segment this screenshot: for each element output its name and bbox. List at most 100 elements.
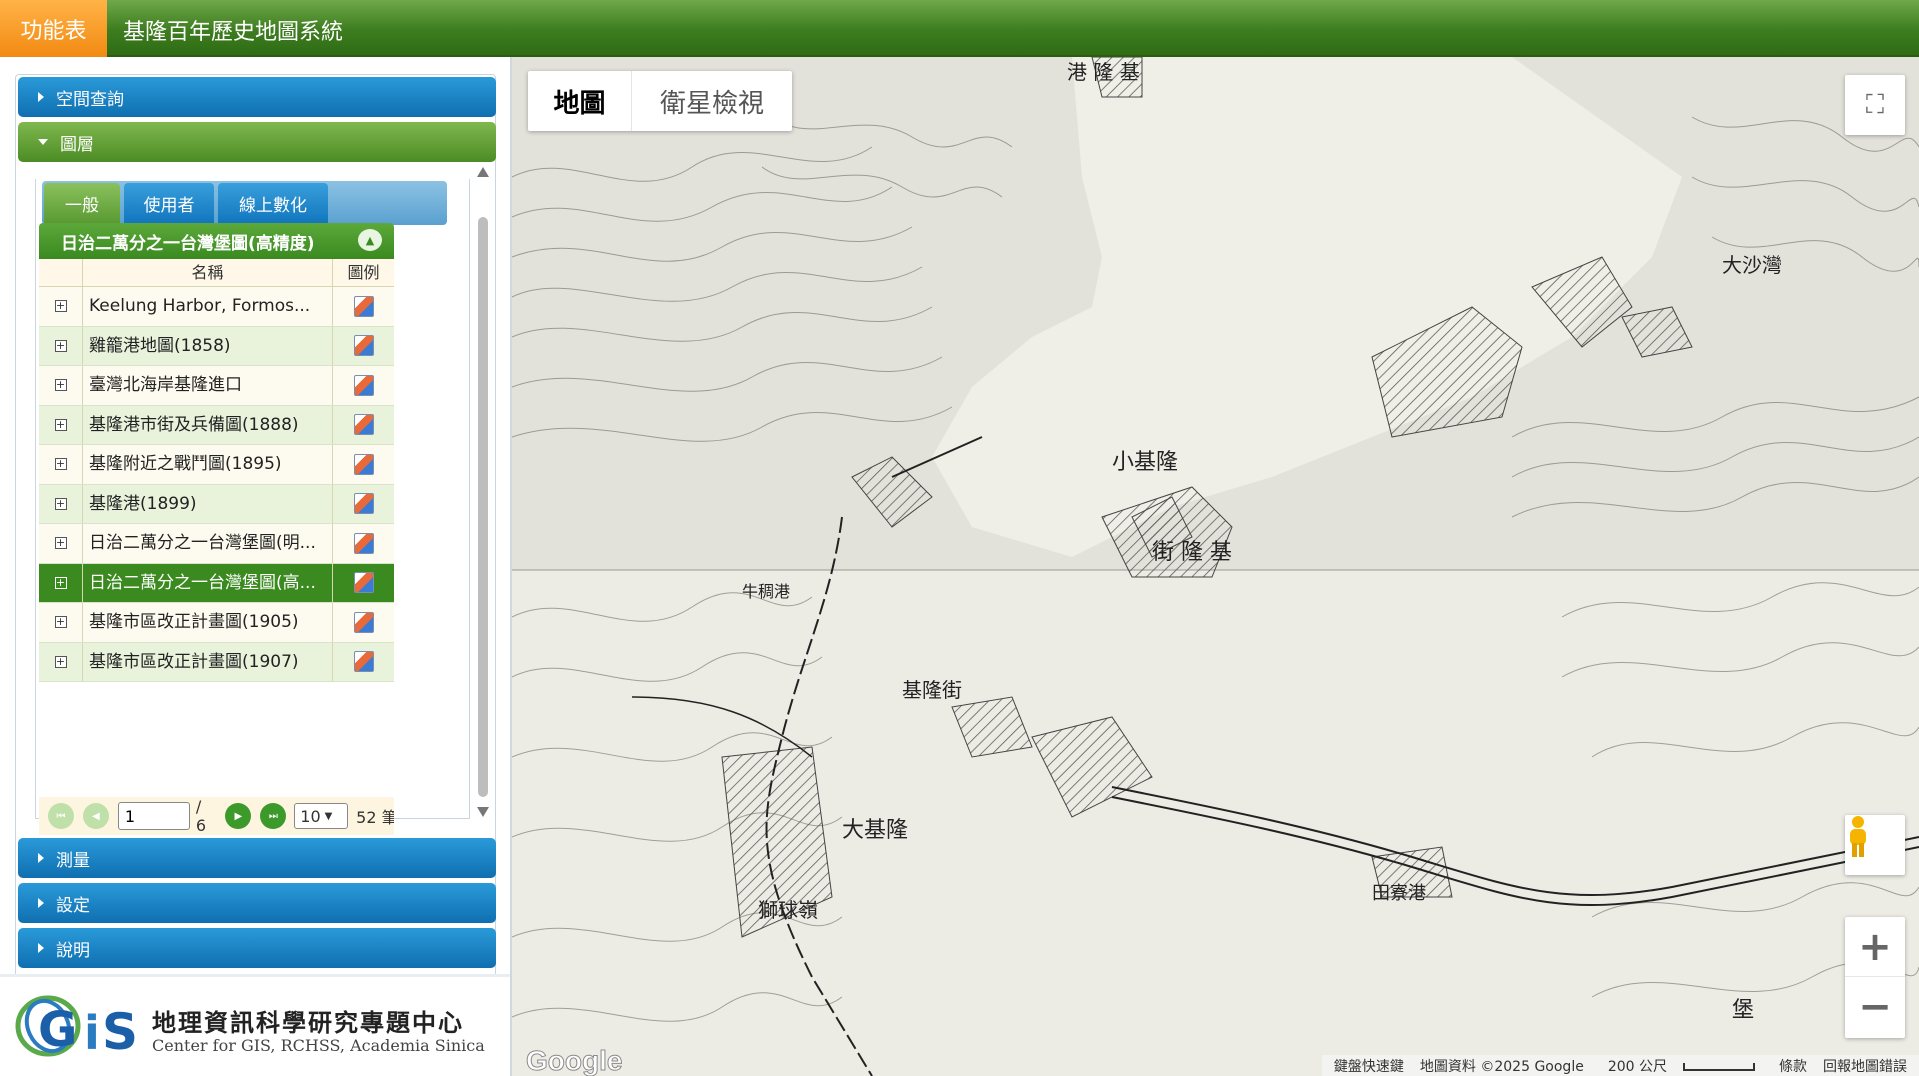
map-type-satellite[interactable]: 衛星檢視 xyxy=(632,71,792,131)
legend-icon[interactable] xyxy=(353,532,374,554)
zoom-in-icon[interactable]: + xyxy=(1845,917,1905,977)
layer-grid: 日治二萬分之一台灣堡圖(高精度) ▲ 名稱 圖例 + Keelung Harbor… xyxy=(39,223,394,682)
historic-map: 港 隆 基 小基隆 街 隆 基 牛稠港 大沙灣 田寮港 基隆街 大基隆 獅球嶺 … xyxy=(512,57,1919,1076)
map-label: 街 隆 基 xyxy=(1152,540,1232,565)
legend-icon[interactable] xyxy=(353,295,374,317)
expand-icon[interactable]: + xyxy=(54,497,67,510)
layer-name[interactable]: 基隆市區改正計畫圖(1905) xyxy=(83,603,333,642)
panel-scrollbar[interactable] xyxy=(476,167,490,817)
terms-link[interactable]: 條款 xyxy=(1779,1056,1807,1076)
layer-name[interactable]: 日治二萬分之一台灣堡圖(高... xyxy=(83,563,333,602)
expand-icon[interactable]: + xyxy=(54,300,67,313)
legend-icon[interactable] xyxy=(353,335,374,357)
layer-name[interactable]: Keelung Harbor, Formos... xyxy=(83,287,333,326)
keyboard-shortcuts-link[interactable]: 鍵盤快速鍵 xyxy=(1334,1056,1404,1076)
map-label: 田寮港 xyxy=(1372,883,1426,904)
scroll-down-icon[interactable] xyxy=(477,807,489,817)
layer-name[interactable]: 雞籠港地圖(1858) xyxy=(83,326,333,365)
legend-cell xyxy=(333,406,394,445)
expand-icon[interactable]: + xyxy=(54,339,67,352)
svg-text:S: S xyxy=(102,1003,138,1061)
grid-title-text: 日治二萬分之一台灣堡圖(高精度) xyxy=(61,233,315,254)
table-row[interactable]: + 基隆港(1899) xyxy=(39,484,394,524)
expand-cell: + xyxy=(39,563,83,602)
accordion-label: 空間查詢 xyxy=(56,89,124,110)
legend-cell xyxy=(333,564,394,603)
map-label: 堡 xyxy=(1732,998,1754,1023)
legend-icon[interactable] xyxy=(353,374,374,396)
legend-icon[interactable] xyxy=(353,453,374,475)
map-label: 大基隆 xyxy=(842,818,908,843)
last-page-icon[interactable]: ⏭ xyxy=(260,803,287,829)
map-type-map[interactable]: 地圖 xyxy=(528,71,632,131)
legend-icon[interactable] xyxy=(353,611,374,633)
zoom-control: + − xyxy=(1845,917,1905,1038)
table-row[interactable]: + Keelung Harbor, Formos... xyxy=(39,287,394,327)
table-row[interactable]: + 基隆附近之戰鬥圖(1895) xyxy=(39,445,394,485)
accordion-layers[interactable]: 圖層 xyxy=(18,122,496,162)
page-number-input[interactable] xyxy=(117,802,190,830)
expand-cell: + xyxy=(39,445,83,484)
report-map-error-link[interactable]: 回報地圖錯誤 xyxy=(1823,1056,1907,1076)
table-row[interactable]: + 基隆市區改正計畫圖(1905) xyxy=(39,603,394,643)
table-row[interactable]: + 基隆港市街及兵備圖(1888) xyxy=(39,405,394,445)
grid-rows: + Keelung Harbor, Formos... + 雞籠港地圖(1858) + 臺… xyxy=(39,287,394,682)
layer-name[interactable]: 基隆港市街及兵備圖(1888) xyxy=(83,405,333,444)
caret-right-icon xyxy=(38,92,44,102)
expand-cell: + xyxy=(39,524,83,563)
layer-name[interactable]: 基隆附近之戰鬥圖(1895) xyxy=(83,445,333,484)
caret-down-icon xyxy=(38,139,48,145)
tab-general[interactable]: 一般 xyxy=(44,183,120,223)
fullscreen-icon[interactable]: ⛶ xyxy=(1845,75,1905,135)
table-row[interactable]: + 臺灣北海岸基隆進口 xyxy=(39,366,394,406)
first-page-icon[interactable]: ⏮ xyxy=(48,803,74,829)
legend-icon[interactable] xyxy=(353,414,374,436)
page-size-select[interactable]: 10 ▼ xyxy=(294,803,349,829)
expand-icon[interactable]: + xyxy=(54,576,67,589)
layer-name[interactable]: 基隆市區改正計畫圖(1907) xyxy=(83,642,333,681)
layer-name[interactable]: 基隆港(1899) xyxy=(83,484,333,523)
scroll-thumb[interactable] xyxy=(478,217,488,797)
pager: ⏮ ◀ / 6 ▶ ⏭ 10 ▼ 52 筆 xyxy=(39,797,394,835)
accordion-settings[interactable]: 設定 xyxy=(18,883,496,923)
legend-icon[interactable] xyxy=(353,651,374,673)
accordion-help[interactable]: 說明 xyxy=(18,928,496,968)
table-row[interactable]: + 日治二萬分之一台灣堡圖(明... xyxy=(39,524,394,564)
map-label: 大沙灣 xyxy=(1722,253,1782,277)
scale-label[interactable]: 200 公尺 xyxy=(1600,1056,1763,1076)
table-row[interactable]: + 日治二萬分之一台灣堡圖(高... xyxy=(39,563,394,603)
logo-name-cn: 地理資訊科學研究專題中心 xyxy=(152,1008,464,1037)
accordion-measure[interactable]: 測量 xyxy=(18,838,496,878)
expand-icon[interactable]: + xyxy=(54,418,67,431)
prev-page-icon[interactable]: ◀ xyxy=(82,803,109,829)
header-expand-col xyxy=(39,259,83,286)
layer-name[interactable]: 臺灣北海岸基隆進口 xyxy=(83,366,333,405)
table-row[interactable]: + 基隆市區改正計畫圖(1907) xyxy=(39,642,394,682)
legend-icon[interactable] xyxy=(353,572,374,594)
pegman-icon[interactable] xyxy=(1845,815,1905,875)
scroll-up-icon[interactable] xyxy=(477,167,489,177)
app-title: 基隆百年歷史地圖系統 xyxy=(123,20,344,45)
expand-icon[interactable]: + xyxy=(54,379,67,392)
collapse-icon[interactable]: ▲ xyxy=(358,229,382,251)
expand-icon[interactable]: + xyxy=(54,616,67,629)
expand-icon[interactable]: + xyxy=(54,537,67,550)
map-canvas[interactable]: 港 隆 基 小基隆 街 隆 基 牛稠港 大沙灣 田寮港 基隆街 大基隆 獅球嶺 … xyxy=(512,57,1919,1076)
gis-logo: G i S xyxy=(14,991,142,1061)
zoom-out-icon[interactable]: − xyxy=(1845,977,1905,1037)
accordion-spatial-query[interactable]: 空間查詢 xyxy=(18,77,496,117)
legend-cell xyxy=(333,643,394,682)
tab-user[interactable]: 使用者 xyxy=(124,183,214,223)
record-count: 52 筆 xyxy=(356,808,395,827)
expand-icon[interactable]: + xyxy=(54,655,67,668)
tab-online-digitize[interactable]: 線上數化 xyxy=(218,183,328,223)
expand-icon[interactable]: + xyxy=(54,458,67,471)
legend-cell xyxy=(333,287,394,326)
grid-title: 日治二萬分之一台灣堡圖(高精度) ▲ xyxy=(39,223,394,259)
layer-name[interactable]: 日治二萬分之一台灣堡圖(明... xyxy=(83,524,333,563)
next-page-icon[interactable]: ▶ xyxy=(225,803,252,829)
page-total: / 6 xyxy=(195,797,207,835)
legend-icon[interactable] xyxy=(353,493,374,515)
menu-button[interactable]: 功能表 xyxy=(0,0,107,57)
table-row[interactable]: + 雞籠港地圖(1858) xyxy=(39,326,394,366)
